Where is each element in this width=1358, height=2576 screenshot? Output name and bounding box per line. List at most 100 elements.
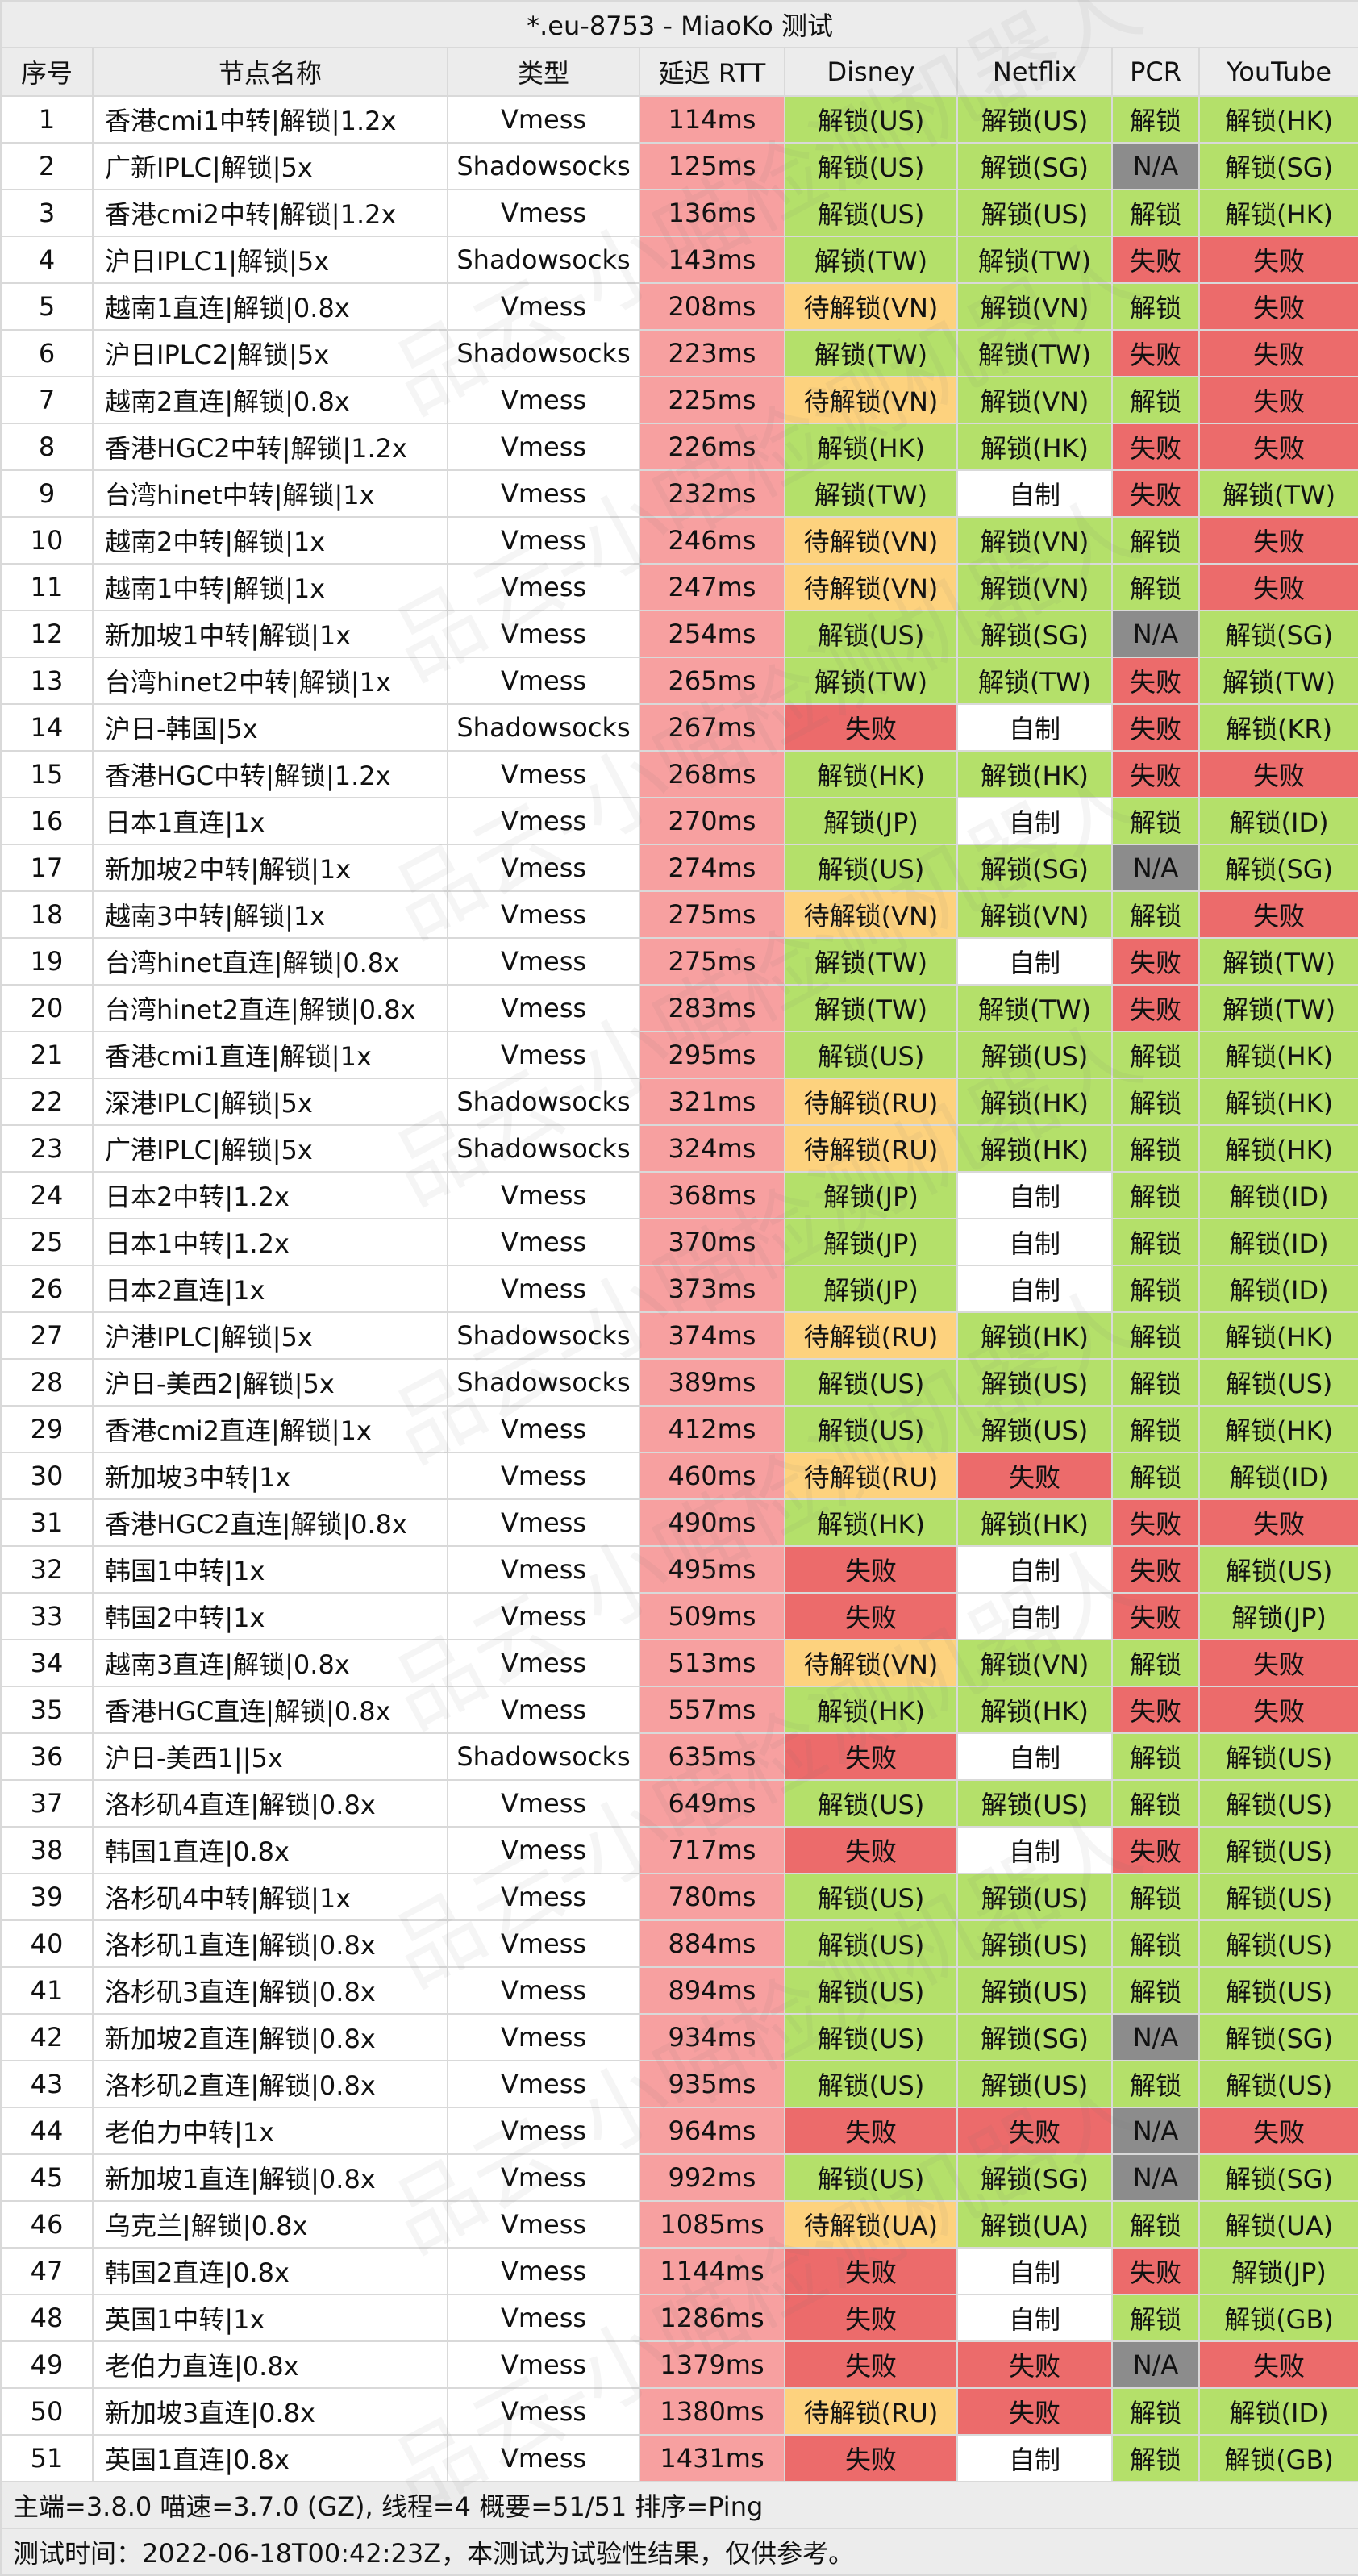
cell-pcr: 解锁: [1111, 2294, 1200, 2342]
cell-netflix: 自制: [956, 797, 1113, 845]
cell-youtube: 失败: [1198, 376, 1358, 424]
table-row: 37 洛杉矶4直连|解锁|0.8x Vmess 649ms 解锁(US) 解锁(US) 解锁…: [0, 1779, 1358, 1828]
cell-youtube: 解锁(US): [1198, 1919, 1358, 1968]
table-row: 5 越南1直连|解锁|0.8x Vmess 208ms 待解锁(VN) 解锁(VN) 解锁失…: [0, 282, 1358, 331]
cell-index: 24: [0, 1171, 94, 1219]
table-row: 9 台湾hinet中转|解锁|1x Vmess 232ms 解锁(TW) 自制 失败 解锁(T…: [0, 469, 1358, 518]
cell-latency: 321ms: [639, 1078, 785, 1126]
cell-pcr: 解锁: [1111, 2387, 1200, 2436]
cell-disney: 失败: [784, 703, 958, 752]
cell-node-name: 台湾hinet2直连|解锁|0.8x: [92, 984, 448, 1032]
cell-latency: 412ms: [639, 1405, 785, 1453]
cell-index: 17: [0, 844, 94, 892]
cell-latency: 324ms: [639, 1124, 785, 1173]
cell-latency: 283ms: [639, 984, 785, 1032]
cell-youtube: 解锁(ID): [1198, 1265, 1358, 1313]
cell-type: Vmess: [447, 2200, 640, 2249]
cell-index: 34: [0, 1639, 94, 1687]
cell-youtube: 解锁(HK): [1198, 1078, 1358, 1126]
cell-latency: 894ms: [639, 1966, 785, 2015]
cell-node-name: 香港cmi1中转|解锁|1.2x: [92, 95, 448, 144]
cell-node-name: 香港cmi2中转|解锁|1.2x: [92, 189, 448, 237]
table-row: 45 新加坡1直连|解锁|0.8x Vmess 992ms 解锁(US) 解锁(SG) N/…: [0, 2153, 1358, 2202]
cell-index: 47: [0, 2247, 94, 2295]
table-row: 30 新加坡3中转|1x Vmess 460ms 待解锁(RU) 失败 解锁 解锁(ID): [0, 1452, 1358, 1500]
cell-youtube: 解锁(US): [1198, 1966, 1358, 2015]
cell-index: 12: [0, 610, 94, 658]
cell-netflix: 解锁(HK): [956, 1078, 1113, 1126]
cell-node-name: 台湾hinet中转|解锁|1x: [92, 469, 448, 518]
cell-netflix: 解锁(VN): [956, 376, 1113, 424]
table-row: 2 广新IPLC|解锁|5x Shadowsocks 125ms 解锁(US) 解锁(SG…: [0, 142, 1358, 190]
cell-disney: 失败: [784, 1545, 958, 1594]
table-row: 34 越南3直连|解锁|0.8x Vmess 513ms 待解锁(VN) 解锁(VN) 解锁…: [0, 1639, 1358, 1687]
cell-netflix: 自制: [956, 937, 1113, 986]
cell-youtube: 解锁(SG): [1198, 844, 1358, 892]
cell-type: Vmess: [447, 1966, 640, 2015]
cell-pcr: 解锁: [1111, 1031, 1200, 1079]
cell-node-name: 新加坡1直连|解锁|0.8x: [92, 2153, 448, 2202]
cell-type: Vmess: [447, 1686, 640, 1734]
cell-type: Vmess: [447, 1265, 640, 1313]
cell-youtube: 失败: [1198, 423, 1358, 471]
cell-disney: 解锁(JP): [784, 1218, 958, 1266]
cell-pcr: N/A: [1111, 2013, 1200, 2061]
cell-disney: 解锁(TW): [784, 469, 958, 518]
cell-disney: 待解锁(VN): [784, 282, 958, 331]
cell-youtube: 失败: [1198, 1498, 1358, 1547]
cell-index: 23: [0, 1124, 94, 1173]
table-row: 22 深港IPLC|解锁|5x Shadowsocks 321ms 待解锁(RU) 解锁(…: [0, 1078, 1358, 1126]
table-row: 40 洛杉矶1直连|解锁|0.8x Vmess 884ms 解锁(US) 解锁(US) 解锁…: [0, 1919, 1358, 1968]
cell-youtube: 失败: [1198, 1639, 1358, 1687]
header-node-name: 节点名称: [92, 47, 448, 97]
cell-type: Vmess: [447, 610, 640, 658]
cell-type: Vmess: [447, 282, 640, 331]
cell-latency: 370ms: [639, 1218, 785, 1266]
table-row: 47 韩国2直连|0.8x Vmess 1144ms 失败 自制 失败 解锁(JP): [0, 2247, 1358, 2295]
cell-youtube: 解锁(ID): [1198, 1218, 1358, 1266]
cell-disney: 解锁(TW): [784, 329, 958, 377]
cell-youtube: 解锁(JP): [1198, 2247, 1358, 2295]
cell-node-name: 香港cmi2直连|解锁|1x: [92, 1405, 448, 1453]
table-row: 32 韩国1中转|1x Vmess 495ms 失败 自制 失败 解锁(US): [0, 1545, 1358, 1594]
cell-disney: 解锁(US): [784, 844, 958, 892]
header-netflix: Netflix: [956, 47, 1113, 97]
cell-latency: 226ms: [639, 423, 785, 471]
cell-pcr: N/A: [1111, 2107, 1200, 2155]
cell-netflix: 解锁(US): [956, 1405, 1113, 1453]
cell-index: 4: [0, 236, 94, 284]
cell-disney: 解锁(US): [784, 2153, 958, 2202]
table-row: 4 沪日IPLC1|解锁|5x Shadowsocks 143ms 解锁(TW) 解锁(T…: [0, 236, 1358, 284]
cell-type: Shadowsocks: [447, 142, 640, 190]
cell-node-name: 香港HGC中转|解锁|1.2x: [92, 750, 448, 798]
cell-disney: 待解锁(RU): [784, 1124, 958, 1173]
cell-disney: 失败: [784, 2107, 958, 2155]
cell-type: Vmess: [447, 469, 640, 518]
header-latency: 延迟 RTT: [639, 47, 785, 97]
table-row: 28 沪日-美西2|解锁|5x Shadowsocks 389ms 解锁(US) 解锁(U…: [0, 1358, 1358, 1407]
cell-disney: 待解锁(VN): [784, 376, 958, 424]
cell-type: Vmess: [447, 1919, 640, 1968]
cell-pcr: 失败: [1111, 469, 1200, 518]
cell-youtube: 失败: [1198, 890, 1358, 939]
header-disney: Disney: [784, 47, 958, 97]
cell-youtube: 解锁(HK): [1198, 95, 1358, 144]
cell-youtube: 解锁(ID): [1198, 2387, 1358, 2436]
cell-pcr: N/A: [1111, 2340, 1200, 2389]
cell-index: 26: [0, 1265, 94, 1313]
cell-netflix: 解锁(US): [956, 1031, 1113, 1079]
cell-disney: 解锁(HK): [784, 750, 958, 798]
cell-index: 27: [0, 1311, 94, 1360]
cell-disney: 待解锁(VN): [784, 516, 958, 565]
cell-type: Vmess: [447, 2060, 640, 2108]
cell-index: 40: [0, 1919, 94, 1968]
cell-pcr: N/A: [1111, 844, 1200, 892]
cell-index: 37: [0, 1779, 94, 1828]
cell-youtube: 解锁(TW): [1198, 937, 1358, 986]
cell-latency: 460ms: [639, 1452, 785, 1500]
cell-type: Shadowsocks: [447, 236, 640, 284]
cell-node-name: 广港IPLC|解锁|5x: [92, 1124, 448, 1173]
cell-netflix: 解锁(HK): [956, 1686, 1113, 1734]
cell-pcr: 失败: [1111, 329, 1200, 377]
cell-latency: 267ms: [639, 703, 785, 752]
